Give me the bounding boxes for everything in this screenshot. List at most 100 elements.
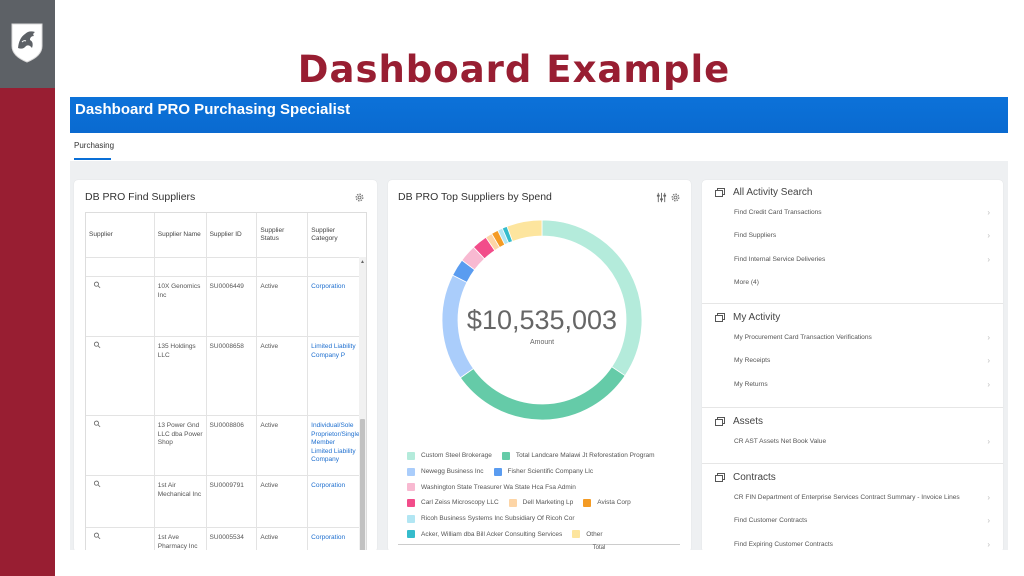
legend-item[interactable]: Total Landcare Malawi Jt Reforestation P… — [501, 451, 655, 460]
legend-row: Acker, William dba Bill Acker Consulting… — [407, 526, 691, 542]
table-row[interactable]: ⚲ 13 Power Gnd LLC dba Power Shop SU000880… — [86, 416, 366, 476]
search-icon[interactable]: ⚲ — [88, 279, 103, 295]
search-icon[interactable]: ⚲ — [88, 339, 103, 355]
legend-swatch — [407, 483, 415, 492]
find-suppliers-title: DB PRO Find Suppliers — [85, 191, 196, 203]
supplier-name-cell: 1st Air Mechanical Inc — [157, 482, 202, 498]
worklets-panel: All Activity Search Find Credit Card Tran… — [702, 180, 1003, 550]
table-row[interactable]: ⚲ 135 Holdings LLC SU0008658 Active Limited … — [86, 337, 366, 416]
filter-cell — [207, 258, 258, 276]
worklet-link-label: My Procurement Card Transaction Verifica… — [734, 334, 872, 342]
column-header-supplier-name[interactable]: Supplier Name — [155, 213, 207, 257]
worklet-section-header[interactable]: All Activity Search — [702, 183, 1003, 201]
legend-item[interactable]: Custom Steel Brokerage — [407, 451, 492, 460]
legend-item[interactable]: Washington State Treasurer Wa State Hca … — [407, 483, 576, 492]
slide-title-text: Dashboard Example — [297, 48, 731, 91]
legend-row: Carl Zeiss Microscopy LLC Dell Marketing … — [407, 495, 691, 511]
column-header-supplier[interactable]: Supplier — [86, 213, 155, 257]
windows-stack-icon — [715, 472, 725, 482]
column-header-supplier-category[interactable]: Supplier Category — [308, 213, 366, 257]
legend-item[interactable]: Other — [572, 530, 603, 539]
legend-row: Newegg Business Inc Fisher Scientific Com… — [407, 464, 691, 480]
spend-donut-chart: $10,535,003 Amount — [441, 219, 643, 421]
worklet-link[interactable]: My Procurement Card Transaction Verifica… — [702, 326, 1003, 349]
worklet-link[interactable]: More (4) — [702, 271, 1003, 294]
chevron-right-icon: › — [987, 254, 990, 264]
worklet-link[interactable]: CR AST Assets Net Book Value › — [702, 430, 1003, 453]
slide-title: Dashboard Example — [0, 48, 1024, 91]
table-row[interactable]: ⚲ 10X Genomics Inc SU0006449 Active Corporat… — [86, 277, 366, 337]
supplier-id-cell: SU0008658 — [209, 343, 244, 350]
worklet-link[interactable]: My Receipts › — [702, 349, 1003, 372]
supplier-category-link[interactable]: Corporation — [311, 534, 345, 541]
worklet-link[interactable]: My Returns › — [702, 373, 1003, 396]
supplier-category-cell-wrap: Individual/Sole Proprietor/Single-Member… — [308, 416, 366, 475]
supplier-status-cell-cell-wrap: Active — [257, 476, 309, 527]
worklet-link[interactable]: Find Internal Service Deliveries › — [702, 248, 1003, 271]
supplier-name-cell: 13 Power Gnd LLC dba Power Shop — [157, 422, 203, 446]
search-icon[interactable]: ⚲ — [88, 478, 103, 494]
supplier-name-cell-cell-wrap: 1st Air Mechanical Inc — [155, 476, 207, 527]
column-header-supplier-status[interactable]: Supplier Status — [257, 213, 309, 257]
worklet-link[interactable]: Find Credit Card Transactions › — [702, 201, 1003, 224]
legend-item[interactable]: Avista Corp — [583, 498, 631, 507]
top-suppliers-card: DB PRO Top Suppliers by Spend $10,535,00… — [388, 180, 691, 550]
legend-item[interactable]: Carl Zeiss Microscopy LLC — [407, 498, 499, 507]
legend-label: Custom Steel Brokerage — [421, 452, 492, 460]
donut-slice[interactable] — [459, 366, 626, 421]
worklet-link[interactable]: Find Expiring Customer Contracts › — [702, 533, 1003, 550]
legend-swatch — [508, 498, 517, 507]
legend-swatch — [407, 467, 415, 476]
tab-purchasing[interactable]: Purchasing — [74, 141, 114, 150]
table-header-row: Supplier Supplier Name Supplier ID Suppl… — [86, 213, 366, 258]
search-icon[interactable]: ⚲ — [88, 530, 103, 546]
legend-swatch — [407, 498, 415, 507]
legend-label: Dell Marketing Lp — [522, 499, 574, 507]
column-header-supplier-id[interactable]: Supplier ID — [207, 213, 258, 257]
worklet-section-header[interactable]: Contracts — [702, 468, 1003, 486]
section-divider — [702, 407, 1003, 408]
table-scrollbar[interactable]: ▲ — [359, 257, 366, 550]
chart-legend: Custom Steel Brokerage Total Landcare Mal… — [407, 448, 691, 542]
worklet-link-label: More (4) — [734, 279, 759, 287]
sidebar-crimson-band — [0, 88, 55, 576]
filter-cell — [86, 258, 155, 276]
worklet-link-label: CR AST Assets Net Book Value — [734, 438, 827, 446]
supplier-id-cell: SU0008806 — [209, 422, 244, 429]
legend-item[interactable]: Dell Marketing Lp — [508, 498, 574, 507]
worklet-section-title: My Activity — [733, 311, 781, 323]
supplier-category-cell-wrap: Limited Liability Company P — [308, 337, 366, 415]
donut-slice[interactable] — [541, 219, 643, 377]
supplier-category-link[interactable]: Corporation — [311, 482, 345, 489]
gear-icon[interactable] — [354, 192, 365, 203]
worklet-link-label: My Receipts — [734, 357, 771, 365]
search-icon[interactable]: ⚲ — [88, 418, 103, 434]
filter-cell — [257, 258, 309, 276]
supplier-status-cell: Active — [260, 422, 279, 429]
worklet-section-header[interactable]: Assets — [702, 412, 1003, 430]
worklet-section: All Activity Search Find Credit Card Tran… — [702, 183, 1003, 295]
table-row[interactable]: ⚲ 1st Ave Pharmacy Inc SU0005534 Active Corp… — [86, 528, 366, 550]
supplier-category-link[interactable]: Limited Liability Company P — [311, 343, 355, 359]
section-divider — [702, 463, 1003, 464]
worklet-link[interactable]: CR FIN Department of Enterprise Services… — [702, 486, 1003, 509]
table-row[interactable]: ⚲ 1st Air Mechanical Inc SU0009791 Active Co… — [86, 476, 366, 528]
supplier-category-cell-wrap: Corporation — [308, 528, 366, 550]
scroll-up-arrow-icon[interactable]: ▲ — [360, 259, 365, 265]
legend-item[interactable]: Newegg Business Inc — [407, 467, 484, 476]
supplier-category-link[interactable]: Individual/Sole Proprietor/Single-Member… — [311, 422, 362, 463]
legend-row: Washington State Treasurer Wa State Hca … — [407, 479, 691, 495]
worklet-section-header[interactable]: My Activity — [702, 308, 1003, 326]
table-body: ⚲ 10X Genomics Inc SU0006449 Active Corporat… — [86, 277, 366, 550]
worklet-link[interactable]: Find Customer Contracts › — [702, 509, 1003, 532]
legend-item[interactable]: Fisher Scientific Company Llc — [493, 467, 593, 476]
windows-stack-icon — [715, 312, 725, 322]
supplier-category-link[interactable]: Corporation — [311, 283, 345, 290]
legend-item[interactable]: Ricoh Business Systems Inc Subsidiary Of… — [407, 514, 575, 523]
worklet-link[interactable]: Find Suppliers › — [702, 224, 1003, 247]
legend-item[interactable]: Acker, William dba Bill Acker Consulting… — [407, 530, 562, 539]
donut-slice[interactable] — [506, 219, 543, 242]
scrollbar-thumb[interactable] — [360, 419, 365, 550]
chevron-right-icon: › — [987, 333, 990, 343]
workday-app-window: Dashboard PRO Purchasing Specialist Purc… — [70, 97, 1008, 550]
